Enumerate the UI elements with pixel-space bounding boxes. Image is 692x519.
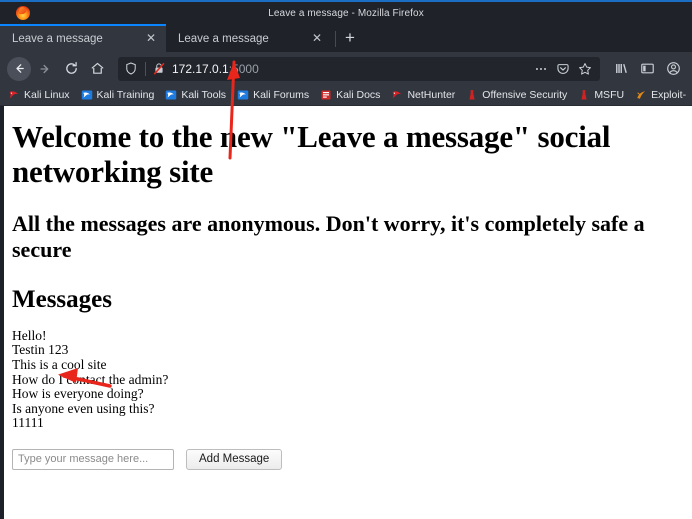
window-title: Leave a message - Mozilla Firefox	[268, 7, 424, 19]
message-item: Is anyone even using this?	[12, 400, 155, 416]
bookmark-label: Exploit-	[651, 89, 687, 101]
firefox-browser-window: Leave a message - Mozilla Firefox Leave …	[0, 0, 692, 519]
lock-broken-icon[interactable]	[151, 62, 167, 75]
star-icon	[578, 62, 592, 76]
bookmark-label: Kali Forums	[253, 89, 310, 101]
page-actions-button[interactable]	[530, 58, 552, 80]
bookmark-label: Kali Docs	[336, 89, 381, 101]
navigation-toolbar: 172.17.0.1:5000	[0, 52, 692, 85]
sidebar-icon	[640, 61, 655, 76]
page-subtitle-line1: All the messages are anonymous. Don't wo…	[12, 211, 645, 237]
bookmarks-bar: Kali Linux Kali Training Kali Tools Kali…	[0, 85, 692, 106]
sidebar-button[interactable]	[634, 56, 660, 82]
page-title: Welcome to the new "Leave a message" soc…	[12, 119, 684, 189]
tab-leave-a-message-1[interactable]: Leave a message ✕	[0, 24, 166, 52]
bookmark-nethunter[interactable]: NetHunter	[391, 89, 455, 101]
kali-blue-icon	[165, 89, 177, 101]
account-icon	[666, 61, 681, 76]
url-divider	[145, 61, 146, 76]
kali-docs-icon	[320, 89, 332, 101]
bookmark-label: Kali Linux	[24, 89, 70, 101]
forward-button[interactable]	[32, 56, 58, 82]
page-title-line2: networking site	[12, 153, 214, 189]
pocket-icon	[556, 62, 570, 76]
bookmark-kali-linux[interactable]: Kali Linux	[8, 89, 70, 101]
bookmark-label: Offensive Security	[482, 89, 568, 101]
url-text: 172.17.0.1:5000	[172, 62, 530, 76]
bookmark-kali-tools[interactable]: Kali Tools	[165, 89, 226, 101]
nethunter-icon	[391, 89, 403, 101]
ellipsis-icon	[534, 62, 548, 76]
bookmark-label: MSFU	[594, 89, 625, 101]
page-subtitle-line2: secure	[12, 236, 72, 262]
bookmark-label: Kali Training	[96, 89, 155, 101]
kali-dragon-icon	[8, 89, 20, 101]
tab-leave-a-message-2[interactable]: Leave a message ✕	[166, 25, 332, 52]
toolbar-right-icons	[608, 56, 686, 82]
bookmark-kali-forums[interactable]: Kali Forums	[237, 89, 309, 101]
exploitdb-icon	[635, 89, 647, 101]
bookmark-kali-training[interactable]: Kali Training	[81, 89, 155, 101]
message-item: 11111	[12, 415, 44, 431]
offsec-icon	[578, 89, 590, 101]
message-item: How is everyone doing?	[12, 386, 144, 402]
message-form: Add Message	[12, 448, 684, 470]
tab-label: Leave a message	[12, 33, 103, 45]
back-button[interactable]	[6, 56, 32, 82]
library-icon	[614, 61, 629, 76]
message-item: Testin 123	[12, 342, 69, 358]
close-icon[interactable]: ✕	[144, 32, 158, 46]
kali-blue-icon	[81, 89, 93, 101]
home-button[interactable]	[84, 56, 110, 82]
reload-button[interactable]	[58, 56, 84, 82]
shield-icon[interactable]	[122, 62, 140, 75]
offsec-icon	[466, 89, 478, 101]
new-tab-button[interactable]: +	[339, 28, 361, 50]
message-item: Hello!	[12, 327, 47, 343]
title-bar: Leave a message - Mozilla Firefox	[0, 2, 692, 24]
content-area: Welcome to the new "Leave a message" soc…	[0, 106, 692, 519]
back-arrow-icon	[7, 56, 31, 81]
page-title-line1: Welcome to the new "Leave a message" soc…	[12, 119, 611, 154]
message-input[interactable]	[12, 448, 174, 470]
account-button[interactable]	[660, 56, 686, 82]
kali-blue-icon	[237, 89, 249, 101]
pocket-button[interactable]	[552, 58, 574, 80]
bookmark-msfu[interactable]: MSFU	[578, 89, 624, 101]
web-page: Welcome to the new "Leave a message" soc…	[4, 106, 692, 519]
url-port: :5000	[228, 61, 259, 76]
message-item: How do I contact the admin?	[12, 371, 169, 387]
home-icon	[90, 61, 105, 76]
bookmark-label: NetHunter	[407, 89, 456, 101]
page-subtitle: All the messages are anonymous. Don't wo…	[12, 211, 684, 262]
tab-separator	[335, 31, 336, 47]
url-host: 172.17.0.1	[172, 61, 229, 76]
bookmark-label: Kali Tools	[181, 89, 227, 101]
url-bar[interactable]: 172.17.0.1:5000	[118, 56, 600, 81]
close-icon[interactable]: ✕	[310, 31, 324, 46]
add-message-button[interactable]: Add Message	[186, 448, 283, 470]
reload-icon	[64, 61, 79, 76]
message-item: This is a cool site	[12, 356, 107, 372]
library-button[interactable]	[608, 56, 634, 82]
tab-bar: Leave a message ✕ Leave a message ✕ +	[0, 24, 692, 52]
url-bar-actions	[530, 58, 596, 80]
messages-heading: Messages	[12, 286, 112, 314]
tab-label: Leave a message	[178, 32, 269, 45]
forward-arrow-icon	[38, 62, 52, 76]
bookmark-exploit-db[interactable]: Exploit-	[635, 89, 686, 101]
bookmark-star-button[interactable]	[574, 58, 596, 80]
bookmark-kali-docs[interactable]: Kali Docs	[320, 89, 380, 101]
messages-list: Hello! Testin 123 This is a cool site Ho…	[12, 327, 684, 431]
bookmark-offensive-security[interactable]: Offensive Security	[466, 89, 567, 101]
